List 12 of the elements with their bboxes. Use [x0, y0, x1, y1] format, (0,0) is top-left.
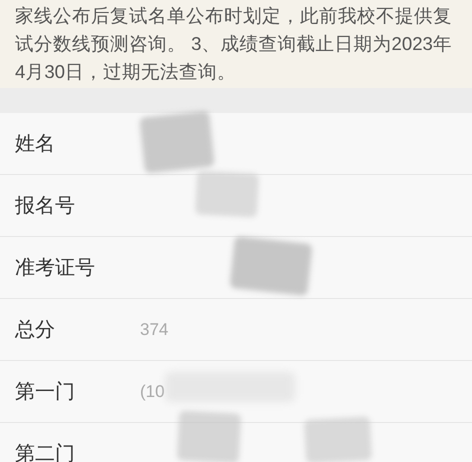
field-label: 姓名 [15, 132, 56, 156]
field-label: 第一门 [15, 380, 76, 404]
redaction-mark [304, 416, 372, 462]
field-label: 报名号 [15, 194, 76, 218]
field-label: 第二门 [15, 442, 76, 462]
redaction-mark [194, 170, 260, 218]
notice-text: 家线公布后复试名单公布时划定，此前我校不提供复试分数线预测咨询。 3、成绩查询截止日期为2023年4月30日，过期无法查询。 [15, 4, 453, 84]
field-value: (10 [140, 380, 165, 403]
redaction-mark [176, 410, 242, 462]
field-value: 374 [140, 318, 168, 341]
field-label: 总分 [15, 318, 56, 342]
field-label: 准考证号 [15, 256, 96, 280]
